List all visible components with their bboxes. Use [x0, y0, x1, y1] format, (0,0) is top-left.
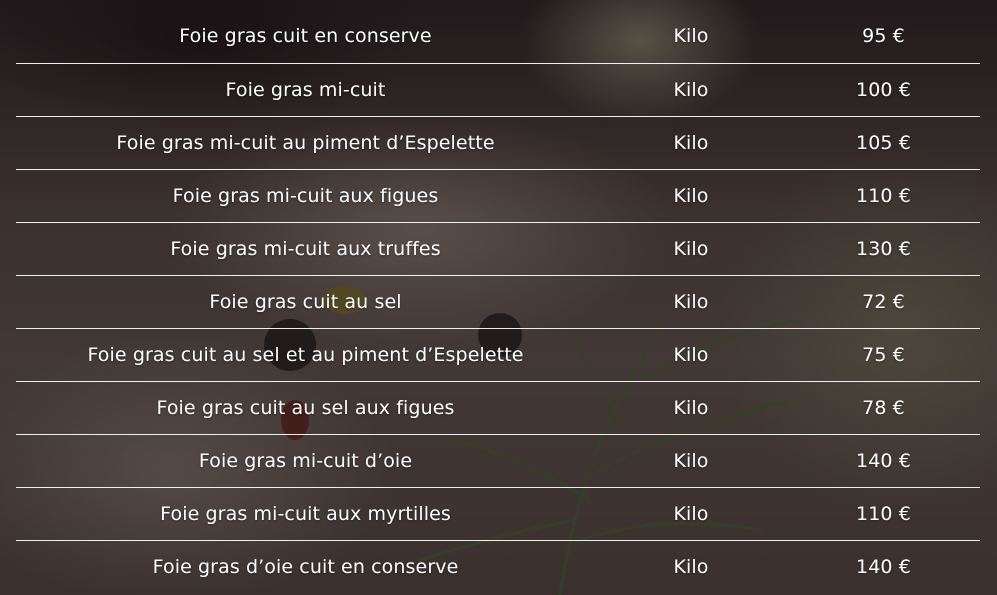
product-unit: Kilo	[673, 25, 709, 48]
price-table: Foie gras cuit en conserve Kilo 95 € Foi…	[16, 10, 980, 593]
product-price: 72 €	[787, 274, 980, 328]
product-name: Foie gras d’oie cuit en conserve	[16, 539, 595, 593]
product-name: Foie gras mi-cuit aux figues	[16, 168, 595, 222]
product-unit: Kilo	[595, 327, 787, 381]
product-price: 78 €	[787, 380, 980, 434]
table-row: Foie gras mi-cuit aux truffes Kilo 130 €	[16, 221, 980, 275]
product-name: Foie gras mi-cuit au piment d’Espelette	[16, 115, 595, 169]
product-price: 140 €	[787, 539, 980, 593]
product-unit: Kilo	[595, 221, 787, 275]
product-price: 105 €	[787, 115, 980, 169]
table-row: Foie gras mi-cuit aux myrtilles Kilo 110…	[16, 486, 980, 540]
product-unit: Kilo	[595, 168, 787, 222]
product-price: 100 €	[787, 62, 980, 116]
product-name: Foie gras cuit en conserve	[179, 25, 432, 48]
table-row: Foie gras cuit au sel aux figues Kilo 78…	[16, 380, 980, 434]
table-row: Foie gras mi-cuit au piment d’Espelette …	[16, 115, 980, 169]
product-name: Foie gras mi-cuit aux truffes	[16, 221, 595, 275]
product-name: Foie gras mi-cuit d’oie	[16, 433, 595, 487]
product-price: 75 €	[787, 327, 980, 381]
product-unit: Kilo	[595, 274, 787, 328]
product-price: 110 €	[787, 168, 980, 222]
product-unit: Kilo	[595, 115, 787, 169]
product-price: 140 €	[787, 433, 980, 487]
product-unit: Kilo	[595, 62, 787, 116]
product-price: 95 €	[862, 25, 905, 48]
product-name: Foie gras mi-cuit	[16, 62, 595, 116]
product-price: 110 €	[787, 486, 980, 540]
table-row: Foie gras mi-cuit d’oie Kilo 140 €	[16, 433, 980, 487]
table-row: Foie gras cuit en conserve Kilo 95 €	[16, 10, 980, 63]
product-unit: Kilo	[595, 539, 787, 593]
product-unit: Kilo	[595, 486, 787, 540]
product-name: Foie gras cuit au sel	[16, 274, 595, 328]
product-name: Foie gras mi-cuit aux myrtilles	[16, 486, 595, 540]
table-row: Foie gras cuit au sel Kilo 72 €	[16, 274, 980, 328]
product-unit: Kilo	[595, 433, 787, 487]
product-unit: Kilo	[595, 380, 787, 434]
product-name: Foie gras cuit au sel et au piment d’Esp…	[16, 327, 595, 381]
table-row: Foie gras mi-cuit Kilo 100 €	[16, 62, 980, 116]
product-name: Foie gras cuit au sel aux figues	[16, 380, 595, 434]
table-row: Foie gras mi-cuit aux figues Kilo 110 €	[16, 168, 980, 222]
product-price: 130 €	[787, 221, 980, 275]
table-row: Foie gras cuit au sel et au piment d’Esp…	[16, 327, 980, 381]
table-row: Foie gras d’oie cuit en conserve Kilo 14…	[16, 539, 980, 593]
